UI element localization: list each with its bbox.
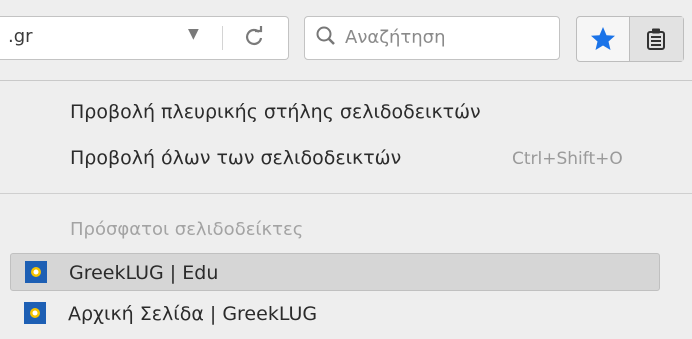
bookmark-label: GreekLUG | Edu xyxy=(69,262,219,284)
menu-item-view-sidebar[interactable]: Προβολή πλευρικής στήλης σελιδοδεικτών xyxy=(70,101,481,123)
reload-button[interactable] xyxy=(240,23,268,51)
chevron-down-icon[interactable]: ▼ xyxy=(188,26,199,42)
shortcut-label: Ctrl+Shift+O xyxy=(512,149,623,169)
menu-item-show-all-bookmarks[interactable]: Προβολή όλων των σελιδοδεικτών xyxy=(70,147,401,169)
url-text[interactable]: .gr xyxy=(8,26,33,47)
bookmark-button-group xyxy=(576,16,684,62)
greeklug-favicon-icon xyxy=(24,302,46,324)
bookmark-star-button[interactable] xyxy=(577,17,630,61)
menu-divider xyxy=(0,193,692,194)
search-placeholder[interactable]: Αναζήτηση xyxy=(345,27,446,48)
bookmark-item[interactable]: GreekLUG | Edu xyxy=(10,253,660,291)
search-icon xyxy=(316,26,335,45)
recent-bookmarks-header: Πρόσφατοι σελιδοδείκτες xyxy=(70,219,304,240)
library-icon xyxy=(647,28,665,50)
bookmarks-menu-button[interactable] xyxy=(630,17,683,61)
bookmark-item[interactable]: Αρχική Σελίδα | GreekLUG xyxy=(10,295,660,333)
bookmark-label: Αρχική Σελίδα | GreekLUG xyxy=(68,303,318,325)
greeklug-favicon-icon xyxy=(25,261,47,283)
url-bar[interactable]: .gr ▼ xyxy=(0,16,289,60)
reload-icon xyxy=(246,26,263,45)
bookmarks-menu-panel: Προβολή πλευρικής στήλης σελιδοδεικτών Π… xyxy=(0,80,692,339)
star-icon xyxy=(591,27,615,50)
url-bar-separator xyxy=(222,26,223,50)
search-bar[interactable]: Αναζήτηση xyxy=(304,16,560,60)
browser-toolbar: .gr ▼ Αναζήτηση xyxy=(0,0,692,80)
